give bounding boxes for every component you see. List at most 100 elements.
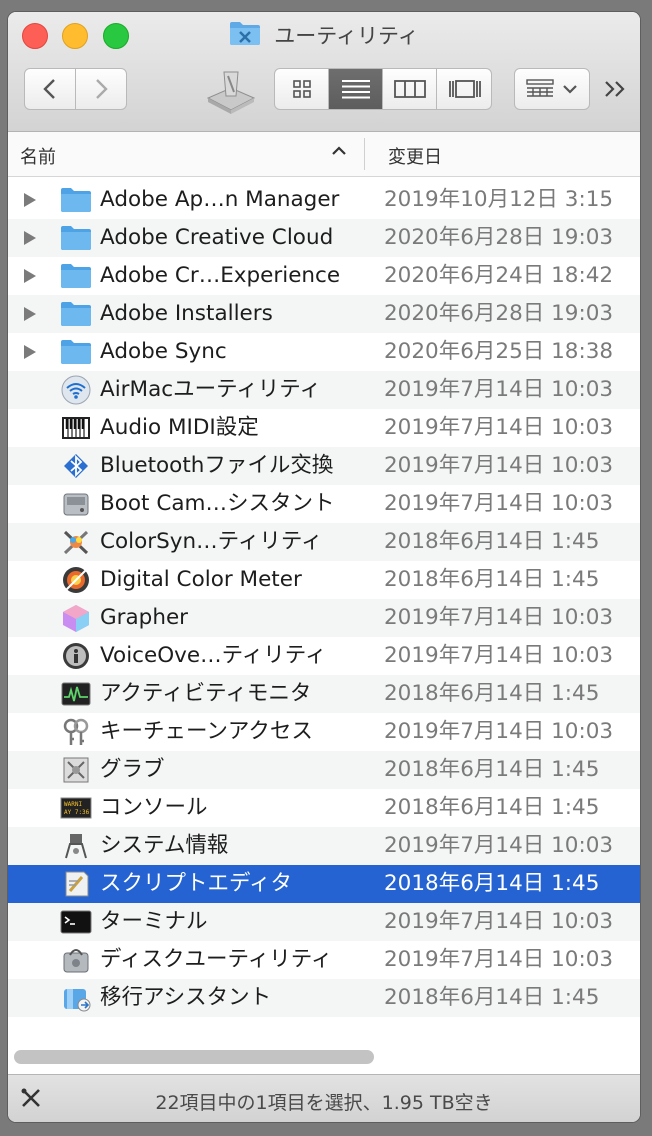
list-item[interactable]: Boot Cam…シスタント 2019年7月14日 10:03: [8, 485, 640, 523]
disclosure-triangle-icon[interactable]: [24, 345, 36, 359]
keychain-icon: [60, 717, 92, 747]
list-item[interactable]: Audio MIDI設定 2019年7月14日 10:03: [8, 409, 640, 447]
list-item[interactable]: アクティビティモニタ 2018年6月14日 1:45: [8, 675, 640, 713]
list-item[interactable]: 移行アシスタント 2018年6月14日 1:45: [8, 979, 640, 1017]
disclosure-triangle-icon[interactable]: [24, 193, 36, 207]
item-date: 2019年7月14日 10:03: [384, 491, 614, 516]
script-editor-icon: [60, 869, 92, 899]
item-name: VoiceOve…ティリティ: [100, 643, 327, 668]
wifi-icon: [60, 375, 92, 405]
item-date: 2019年7月14日 10:03: [384, 377, 614, 402]
columns-icon: [393, 80, 426, 98]
disk-icon: [60, 489, 92, 519]
status-bar: 22項目中の1項目を選択、1.95 TB空き: [8, 1074, 640, 1122]
list-item[interactable]: Adobe Installers 2020年6月28日 19:03: [8, 295, 640, 333]
grab-icon: [60, 755, 92, 785]
item-date: 2019年7月14日 10:03: [384, 719, 614, 744]
list-item[interactable]: Grapher 2019年7月14日 10:03: [8, 599, 640, 637]
list-item[interactable]: AirMacユーティリティ 2019年7月14日 10:03: [8, 371, 640, 409]
list-item[interactable]: Digital Color Meter 2018年6月14日 1:45: [8, 561, 640, 599]
back-button[interactable]: [24, 68, 76, 110]
list-item[interactable]: キーチェーンアクセス 2019年7月14日 10:03: [8, 713, 640, 751]
icon-view-button[interactable]: [275, 69, 329, 109]
item-date: 2019年7月14日 10:03: [384, 643, 614, 668]
horizontal-scrollbar[interactable]: [14, 1050, 374, 1064]
item-date: 2018年6月14日 1:45: [384, 681, 600, 706]
column-divider[interactable]: [364, 138, 365, 170]
forward-button[interactable]: [75, 68, 127, 110]
item-name: AirMacユーティリティ: [100, 377, 321, 402]
sort-ascending-icon[interactable]: [330, 142, 348, 165]
list-view-button[interactable]: [329, 69, 383, 109]
list-item[interactable]: グラブ 2018年6月14日 1:45: [8, 751, 640, 789]
date-column-header[interactable]: 変更日: [388, 143, 442, 169]
item-name: Digital Color Meter: [100, 567, 302, 592]
column-view-button[interactable]: [383, 69, 437, 109]
item-date: 2019年7月14日 10:03: [384, 833, 614, 858]
list-item[interactable]: システム情報 2019年7月14日 10:03: [8, 827, 640, 865]
item-date: 2019年7月14日 10:03: [384, 909, 614, 934]
gallery-icon: [449, 80, 481, 98]
column-header: 名前 変更日: [8, 132, 640, 177]
action-gear-button[interactable]: [204, 62, 258, 116]
keyboard-icon: [60, 413, 92, 443]
disclosure-triangle-icon[interactable]: [24, 307, 36, 321]
double-chevron-right-icon: [605, 81, 625, 97]
grapher-icon: [60, 603, 92, 633]
item-name: Audio MIDI設定: [100, 415, 259, 440]
list-item[interactable]: Adobe Sync 2020年6月25日 18:38: [8, 333, 640, 371]
item-date: 2020年6月25日 18:38: [384, 339, 614, 364]
folder-icon: [60, 299, 92, 329]
arrange-button[interactable]: [514, 68, 590, 110]
finder-window: ユーティリティ 名前 変更日 Adobe Ap…n Manager 2019年1…: [8, 12, 640, 1122]
list-item[interactable]: VoiceOve…ティリティ 2019年7月14日 10:03: [8, 637, 640, 675]
console-icon: WARNI AY 7:36: [60, 793, 92, 823]
file-list: Adobe Ap…n Manager 2019年10月12日 3:15 Adobe …: [8, 181, 640, 1017]
item-name: Boot Cam…シスタント: [100, 491, 335, 516]
disclosure-triangle-icon[interactable]: [24, 269, 36, 283]
list-item-selected[interactable]: スクリプトエディタ 2018年6月14日 1:45: [8, 865, 640, 903]
item-name: Adobe Creative Cloud: [100, 225, 334, 250]
item-name: システム情報: [100, 833, 229, 858]
bluetooth-icon: [60, 451, 92, 481]
item-date: 2019年7月14日 10:03: [384, 947, 614, 972]
list-item[interactable]: ターミナル 2019年7月14日 10:03: [8, 903, 640, 941]
list-item[interactable]: Adobe Cr…Experience 2020年6月24日 18:42: [8, 257, 640, 295]
item-date: 2019年7月14日 10:03: [384, 605, 614, 630]
item-date: 2019年10月12日 3:15: [384, 187, 614, 212]
list-item[interactable]: Adobe Creative Cloud 2020年6月28日 19:03: [8, 219, 640, 257]
terminal-icon: [60, 907, 92, 937]
migration-icon: [60, 983, 92, 1013]
item-name: Adobe Ap…n Manager: [100, 187, 340, 212]
disk-utility-icon: [60, 945, 92, 975]
window-title-bar: ユーティリティ: [8, 20, 640, 50]
item-date: 2020年6月28日 19:03: [384, 301, 614, 326]
list-item[interactable]: ディスクユーティリティ 2019年7月14日 10:03: [8, 941, 640, 979]
item-date: 2018年6月14日 1:45: [384, 871, 600, 896]
utilities-folder-icon: [229, 20, 261, 50]
folder-icon: [60, 223, 92, 253]
item-date: 2020年6月28日 19:03: [384, 225, 614, 250]
gallery-view-button[interactable]: [437, 69, 493, 109]
folder-icon: [60, 337, 92, 367]
list-item[interactable]: Bluetoothファイル交換 2019年7月14日 10:03: [8, 447, 640, 485]
item-name: Adobe Cr…Experience: [100, 263, 341, 288]
disclosure-triangle-icon[interactable]: [24, 231, 36, 245]
list-item[interactable]: WARNI AY 7:36 コンソール 2018年6月14日 1:45: [8, 789, 640, 827]
activity-monitor-icon: [60, 679, 92, 709]
item-name: Adobe Sync: [100, 339, 227, 364]
color-meter-icon: [60, 565, 92, 595]
toolbar: ユーティリティ: [8, 12, 640, 132]
list-icon: [341, 80, 370, 99]
item-name: Adobe Installers: [100, 301, 273, 326]
item-date: 2018年6月14日 1:45: [384, 529, 600, 554]
name-column-header[interactable]: 名前: [20, 143, 56, 169]
item-date: 2018年6月14日 1:45: [384, 757, 600, 782]
list-item[interactable]: Adobe Ap…n Manager 2019年10月12日 3:15: [8, 181, 640, 219]
toolbar-overflow-button[interactable]: [602, 76, 630, 102]
item-name: Bluetoothファイル交換: [100, 453, 334, 478]
arrange-grid-icon: [526, 79, 554, 97]
item-date: 2019年7月14日 10:03: [384, 415, 614, 440]
list-item[interactable]: ColorSyn…ティリティ 2018年6月14日 1:45: [8, 523, 640, 561]
folder-icon: [60, 261, 92, 291]
